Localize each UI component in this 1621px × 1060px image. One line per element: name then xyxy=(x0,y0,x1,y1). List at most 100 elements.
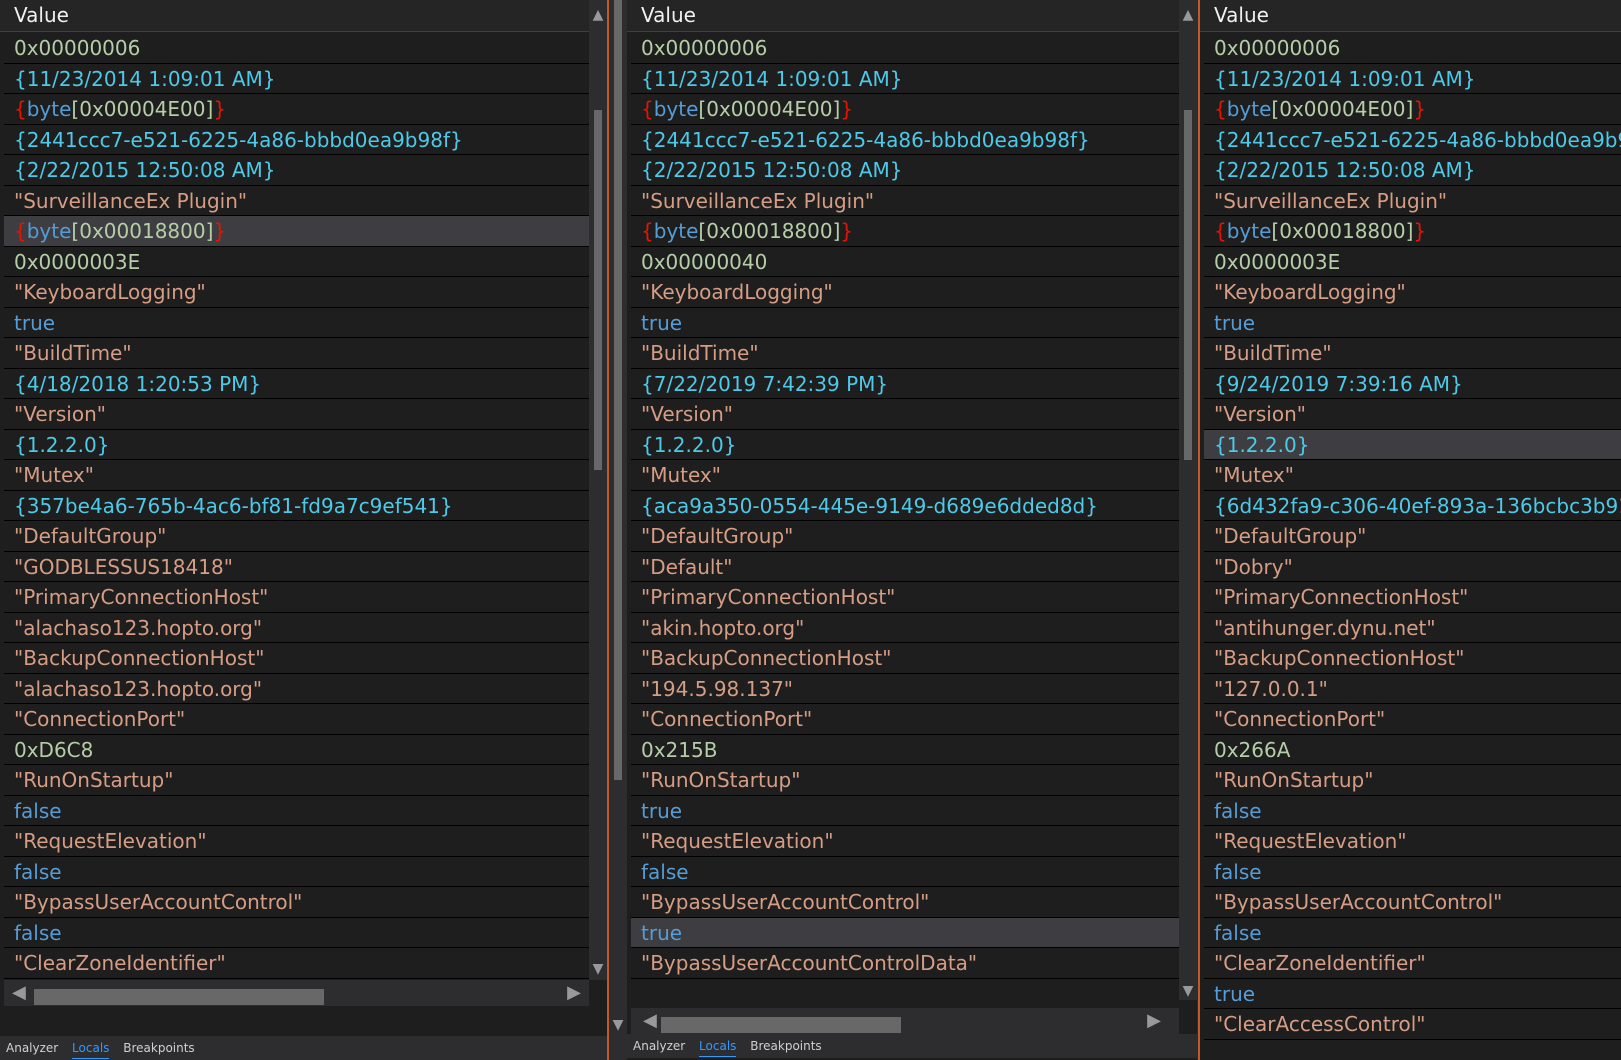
vertical-scroll-thumb[interactable] xyxy=(594,110,602,470)
value-row[interactable]: "alachaso123.hopto.org" xyxy=(4,673,589,704)
value-row[interactable]: "Version" xyxy=(4,399,589,430)
value-row[interactable]: true xyxy=(4,307,589,338)
value-row[interactable]: true xyxy=(631,307,1179,338)
value-column-header[interactable]: Value xyxy=(1200,0,1621,32)
value-row[interactable]: "RequestElevation" xyxy=(4,826,589,857)
value-row[interactable]: "DefaultGroup" xyxy=(631,521,1179,552)
value-row[interactable]: "BypassUserAccountControlData" xyxy=(631,948,1179,979)
value-row[interactable]: "KeyboardLogging" xyxy=(631,277,1179,308)
value-row[interactable]: {2441ccc7-e521-6225-4a86-bbbd0ea9b98f} xyxy=(631,124,1179,155)
value-row[interactable]: "BackupConnectionHost" xyxy=(1204,643,1621,674)
value-row[interactable]: false xyxy=(1204,795,1621,826)
value-row[interactable]: false xyxy=(1204,856,1621,887)
tab-locals[interactable]: Locals xyxy=(699,1036,737,1057)
value-row[interactable]: {11/23/2014 1:09:01 AM} xyxy=(4,63,589,94)
scroll-left-arrow-icon[interactable]: ◀ xyxy=(643,1012,657,1030)
vertical-scroll-thumb[interactable] xyxy=(1184,110,1192,460)
vertical-scrollbar[interactable]: ▲ ▼ xyxy=(1179,0,1197,1000)
value-row[interactable]: 0x00000006 xyxy=(4,33,589,64)
value-row[interactable]: "SurveillanceEx Plugin" xyxy=(1204,185,1621,216)
value-row[interactable]: {7/22/2019 7:42:39 PM} xyxy=(631,368,1179,399)
value-row[interactable]: {aca9a350-0554-445e-9149-d689e6dded8d} xyxy=(631,490,1179,521)
value-row[interactable]: "RunOnStartup" xyxy=(1204,765,1621,796)
value-row[interactable]: {1.2.2.0} xyxy=(1204,429,1621,460)
value-row[interactable]: {byte[0x00004E00]} xyxy=(1204,94,1621,125)
value-row[interactable]: {4/18/2018 1:20:53 PM} xyxy=(4,368,589,399)
scroll-up-arrow-icon[interactable]: ▲ xyxy=(589,8,607,22)
value-row[interactable]: {1.2.2.0} xyxy=(631,429,1179,460)
value-row[interactable]: false xyxy=(1204,917,1621,948)
value-row[interactable]: "GODBLESSUS18418" xyxy=(4,551,589,582)
value-row[interactable]: "Mutex" xyxy=(631,460,1179,491)
value-row[interactable]: "ClearAccessControl" xyxy=(1204,1009,1621,1040)
scroll-down-arrow-icon[interactable]: ▼ xyxy=(589,962,607,976)
value-row[interactable]: {byte[0x00018800]} xyxy=(631,216,1179,247)
scroll-right-arrow-icon[interactable]: ▶ xyxy=(1147,1012,1161,1030)
value-row[interactable]: {11/23/2014 1:09:01 AM} xyxy=(1204,63,1621,94)
value-row[interactable]: "194.5.98.137" xyxy=(631,673,1179,704)
value-row[interactable]: "BuildTime" xyxy=(4,338,589,369)
value-row[interactable]: "RequestElevation" xyxy=(631,826,1179,857)
value-row[interactable]: "DefaultGroup" xyxy=(1204,521,1621,552)
value-row[interactable]: {2441ccc7-e521-6225-4a86-bbbd0ea9b98f} xyxy=(1204,124,1621,155)
scroll-down-arrow-icon[interactable]: ▼ xyxy=(1179,984,1197,998)
value-column-header[interactable]: Value xyxy=(0,0,589,32)
value-row[interactable]: "RunOnStartup" xyxy=(631,765,1179,796)
value-row[interactable]: "Default" xyxy=(631,551,1179,582)
value-row[interactable]: 0x0000003E xyxy=(4,246,589,277)
tab-breakpoints[interactable]: Breakpoints xyxy=(750,1034,821,1058)
value-row[interactable]: "ConnectionPort" xyxy=(4,704,589,735)
value-row[interactable]: 0x00000040 xyxy=(631,246,1179,277)
value-row[interactable]: true xyxy=(631,795,1179,826)
scroll-right-arrow-icon[interactable]: ▶ xyxy=(567,984,581,1002)
value-row[interactable]: "Dobry" xyxy=(1204,551,1621,582)
value-row[interactable]: "PrimaryConnectionHost" xyxy=(631,582,1179,613)
horizontal-scroll-thumb[interactable] xyxy=(34,989,324,1005)
value-row[interactable]: true xyxy=(1204,978,1621,1009)
value-row[interactable]: 0x266A xyxy=(1204,734,1621,765)
tab-analyzer[interactable]: Analyzer xyxy=(633,1034,685,1058)
value-row[interactable]: {byte[0x00018800]} xyxy=(4,216,589,247)
value-row[interactable]: true xyxy=(1204,307,1621,338)
value-row[interactable]: "DefaultGroup" xyxy=(4,521,589,552)
tab-locals[interactable]: Locals xyxy=(72,1038,110,1059)
value-row[interactable]: "ConnectionPort" xyxy=(631,704,1179,735)
value-row[interactable]: false xyxy=(631,856,1179,887)
value-row[interactable]: "Mutex" xyxy=(1204,460,1621,491)
value-row[interactable]: 0x00000006 xyxy=(1204,33,1621,64)
value-row[interactable]: 0x00000006 xyxy=(631,33,1179,64)
value-row[interactable]: "BypassUserAccountControl" xyxy=(4,887,589,918)
value-row[interactable]: {byte[0x00018800]} xyxy=(1204,216,1621,247)
value-row[interactable]: "ClearZoneIdentifier" xyxy=(1204,948,1621,979)
value-row[interactable]: "SurveillanceEx Plugin" xyxy=(631,185,1179,216)
value-row[interactable]: "BypassUserAccountControl" xyxy=(631,887,1179,918)
value-row[interactable]: 0x215B xyxy=(631,734,1179,765)
value-row[interactable]: "BuildTime" xyxy=(631,338,1179,369)
value-row[interactable]: "BackupConnectionHost" xyxy=(4,643,589,674)
value-row[interactable]: "BypassUserAccountControl" xyxy=(1204,887,1621,918)
horizontal-scroll-thumb[interactable] xyxy=(661,1017,901,1033)
value-row[interactable]: 0x0000003E xyxy=(1204,246,1621,277)
value-row[interactable]: "BuildTime" xyxy=(1204,338,1621,369)
value-row[interactable]: "RunOnStartup" xyxy=(4,765,589,796)
value-row[interactable]: "PrimaryConnectionHost" xyxy=(4,582,589,613)
value-row[interactable]: "akin.hopto.org" xyxy=(631,612,1179,643)
value-row[interactable]: "alachaso123.hopto.org" xyxy=(4,612,589,643)
value-row[interactable]: "SurveillanceEx Plugin" xyxy=(4,185,589,216)
value-row[interactable]: {2441ccc7-e521-6225-4a86-bbbd0ea9b98f} xyxy=(4,124,589,155)
horizontal-scrollbar[interactable]: ◀ ▶ xyxy=(631,1008,1179,1034)
value-row[interactable]: {2/22/2015 12:50:08 AM} xyxy=(4,155,589,186)
value-row[interactable]: 0xD6C8 xyxy=(4,734,589,765)
scroll-up-arrow-icon[interactable]: ▲ xyxy=(1179,8,1197,22)
value-row[interactable]: "Version" xyxy=(1204,399,1621,430)
value-row[interactable]: false xyxy=(4,917,589,948)
value-row[interactable]: false xyxy=(4,856,589,887)
value-row[interactable]: {357be4a6-765b-4ac6-bf81-fd9a7c9ef541} xyxy=(4,490,589,521)
scroll-left-arrow-icon[interactable]: ◀ xyxy=(12,984,26,1002)
value-row[interactable]: {6d432fa9-c306-40ef-893a-136bcbc3b910} xyxy=(1204,490,1621,521)
value-row[interactable]: "Version" xyxy=(631,399,1179,430)
value-row[interactable]: "antihunger.dynu.net" xyxy=(1204,612,1621,643)
value-row[interactable]: {2/22/2015 12:50:08 AM} xyxy=(1204,155,1621,186)
splitter-scroll-thumb[interactable] xyxy=(614,0,622,780)
value-row[interactable]: "KeyboardLogging" xyxy=(4,277,589,308)
